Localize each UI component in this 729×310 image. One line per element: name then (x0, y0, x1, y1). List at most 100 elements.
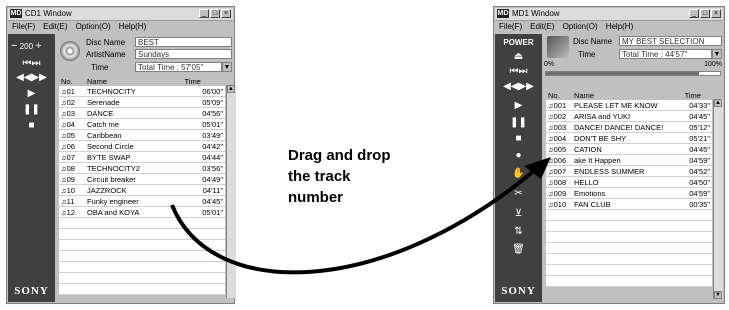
track-row[interactable] (546, 209, 712, 221)
power-button[interactable]: POWER (495, 38, 542, 47)
track-row[interactable]: ♫11 Funky engineer 04'45" (59, 195, 225, 207)
track-row[interactable]: ♫005 CATION 04'45" (546, 143, 712, 155)
track-number[interactable]: 05 (67, 131, 75, 140)
chevron-down-icon[interactable]: ▼ (712, 49, 722, 59)
disc-name-field[interactable]: MY BEST SELECTION (619, 36, 722, 46)
track-row[interactable] (546, 253, 712, 265)
track-row[interactable] (59, 239, 225, 251)
menu-help[interactable]: Help(H) (119, 22, 147, 31)
track-no[interactable]: ♫08 (59, 162, 85, 174)
track-number[interactable]: 002 (554, 112, 567, 121)
level-control[interactable]: − 200 + (11, 40, 42, 52)
track-number[interactable]: 001 (554, 101, 567, 110)
track-row[interactable]: ♫010 FAN CLUB 00'35" (546, 198, 712, 210)
track-row[interactable] (59, 250, 225, 262)
track-row[interactable]: ♫004 DON'T BE SHY 05'21" (546, 132, 712, 144)
track-number[interactable]: 005 (554, 145, 567, 154)
artist-name-field[interactable]: Sundays (135, 49, 232, 59)
empty-cell[interactable] (546, 231, 572, 243)
track-row[interactable]: ♫06 Second Circle 04'42" (59, 140, 225, 152)
record-icon[interactable]: ● (495, 150, 542, 161)
track-no[interactable]: ♫007 (546, 165, 572, 177)
pause-icon[interactable]: ❚❚ (495, 117, 542, 128)
empty-cell[interactable] (59, 228, 85, 240)
track-row[interactable]: ♫002 ARISA and YUKI 04'45" (546, 110, 712, 122)
track-number[interactable]: 12 (67, 208, 75, 217)
empty-cell[interactable] (546, 253, 572, 265)
track-no[interactable]: ♫008 (546, 176, 572, 188)
total-time-select[interactable]: Total Time : 44'57" (619, 49, 712, 59)
menu-help[interactable]: Help(H) (606, 22, 634, 31)
md-titlebar[interactable]: MD MD1 Window _ □ × (495, 8, 723, 21)
track-no[interactable]: ♫003 (546, 121, 572, 133)
rewind-ff-icon[interactable]: ◀◀▶▶ (8, 72, 55, 83)
menu-file[interactable]: File(F) (12, 22, 35, 31)
maximize-button[interactable]: □ (210, 9, 220, 18)
menu-option[interactable]: Option(O) (76, 22, 111, 31)
menu-edit[interactable]: Edit(E) (530, 22, 554, 31)
track-no[interactable]: ♫005 (546, 143, 572, 155)
maximize-button[interactable]: □ (700, 9, 710, 18)
track-number[interactable]: 10 (67, 186, 75, 195)
track-row[interactable]: ♫04 Catch me 05'01" (59, 118, 225, 130)
empty-cell[interactable] (59, 239, 85, 251)
track-number[interactable]: 09 (67, 175, 75, 184)
track-row[interactable]: ♫05 Caribbean 03'49" (59, 129, 225, 141)
minimize-button[interactable]: _ (199, 9, 209, 18)
minimize-button[interactable]: _ (689, 9, 699, 18)
close-button[interactable]: × (221, 9, 231, 18)
disc-name-field[interactable]: BEST (135, 37, 232, 47)
track-row[interactable] (59, 228, 225, 240)
empty-cell[interactable] (546, 209, 572, 221)
total-time-select[interactable]: Total Time : 57'05" (135, 62, 222, 72)
track-row[interactable]: ♫007 ENDLESS SUMMER 04'52" (546, 165, 712, 177)
track-row[interactable] (546, 220, 712, 232)
track-number[interactable]: 03 (67, 109, 75, 118)
menu-file[interactable]: File(F) (499, 22, 522, 31)
menu-edit[interactable]: Edit(E) (43, 22, 67, 31)
cd-scrollbar[interactable]: ▲ (226, 85, 236, 298)
skip-icon[interactable]: ⏮⏭ (495, 66, 542, 77)
track-no[interactable]: ♫009 (546, 187, 572, 199)
track-number[interactable]: 02 (67, 98, 75, 107)
track-number[interactable]: 008 (554, 178, 567, 187)
empty-cell[interactable] (59, 283, 85, 295)
track-row[interactable]: ♫008 HELLO 04'50" (546, 176, 712, 188)
cd-titlebar[interactable]: MD CD1 Window _ □ × (8, 8, 233, 21)
empty-cell[interactable] (59, 272, 85, 284)
track-row[interactable]: ♫02 Serenade 05'09" (59, 96, 225, 108)
close-button[interactable]: × (711, 9, 721, 18)
rewind-ff-icon[interactable]: ◀◀▶▶ (495, 81, 542, 92)
track-row[interactable]: ♫03 DANCE 04'56" (59, 107, 225, 119)
track-no[interactable]: ♫03 (59, 107, 85, 119)
track-number[interactable]: 08 (67, 164, 75, 173)
track-number[interactable]: 004 (554, 134, 567, 143)
track-row[interactable] (546, 242, 712, 254)
track-number[interactable]: 11 (67, 197, 75, 206)
md-scrollbar[interactable]: ▲ ▼ (713, 99, 723, 299)
track-row[interactable]: ♫09 Circuit breaker 04'49" (59, 173, 225, 185)
play-icon[interactable]: ▶ (495, 100, 542, 111)
track-row[interactable] (59, 272, 225, 284)
track-row[interactable]: ♫001 PLEASE LET ME KNOW 04'33" (546, 100, 712, 111)
track-number[interactable]: 04 (67, 120, 75, 129)
menu-option[interactable]: Option(O) (563, 22, 598, 31)
scroll-up-icon[interactable]: ▲ (714, 99, 722, 107)
empty-cell[interactable] (59, 261, 85, 273)
combine-icon[interactable]: ⊻ (495, 208, 542, 219)
track-number[interactable]: 06 (67, 142, 75, 151)
track-row[interactable]: ♫01 TECHNOCITY 06'00" (59, 86, 225, 97)
scroll-up-icon[interactable]: ▲ (227, 85, 235, 93)
pause-icon[interactable]: ❚❚ (8, 104, 55, 115)
track-number[interactable]: 007 (554, 167, 567, 176)
plus-button[interactable]: + (35, 40, 41, 52)
track-row[interactable]: ♫07 BYTE SWAP 04'44" (59, 151, 225, 163)
track-no[interactable]: ♫002 (546, 110, 572, 122)
track-no[interactable]: ♫06 (59, 140, 85, 152)
track-no[interactable]: ♫01 (59, 86, 85, 97)
track-row[interactable] (59, 217, 225, 229)
eject-icon[interactable]: ⏏ (495, 51, 542, 62)
track-number[interactable]: 009 (554, 189, 567, 198)
track-row[interactable] (59, 261, 225, 273)
track-row[interactable]: ♫08 TECHNOCITY2 03'56" (59, 162, 225, 174)
